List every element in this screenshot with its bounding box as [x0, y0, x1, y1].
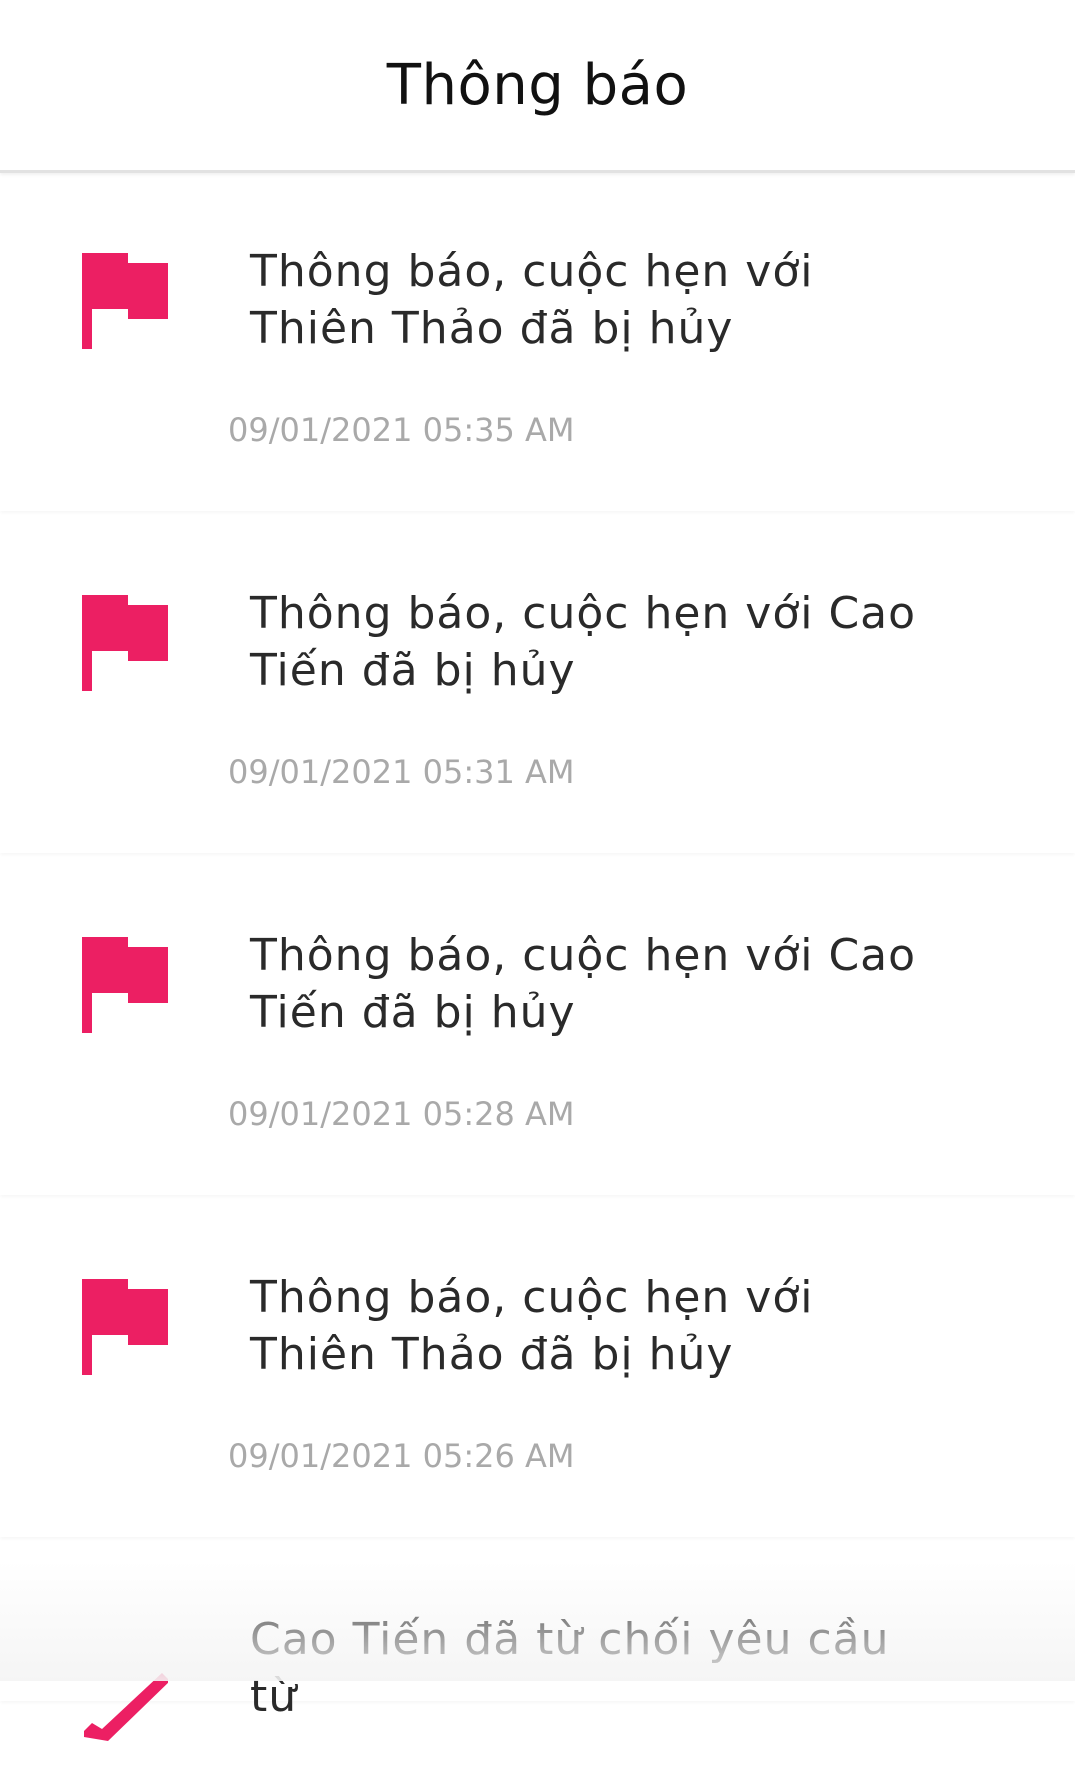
notification-message: Thông báo, cuộc hẹn với Thiên Thảo đã bị… [250, 246, 814, 354]
notification-item[interactable]: Thông báo, cuộc hẹn với Cao Tiến đã bị h… [0, 515, 1075, 853]
pencil-icon [84, 1673, 168, 1741]
notification-item[interactable]: Thông báo, cuộc hẹn với Thiên Thảo đã bị… [0, 173, 1075, 511]
notification-time: 09/01/2021 05:26 AM [228, 1437, 575, 1475]
notification-item[interactable]: Thông báo, cuộc hẹn với Cao Tiến đã bị h… [0, 857, 1075, 1195]
notification-time: 09/01/2021 05:28 AM [228, 1095, 575, 1133]
notification-item[interactable]: Cao Tiến đã từ chối yêu cầu từ [0, 1541, 1075, 1741]
page-title: Thông báo [386, 52, 689, 118]
notification-message: Thông báo, cuộc hẹn với Thiên Thảo đã bị… [250, 1272, 814, 1380]
flag-icon [82, 937, 168, 1033]
flag-icon [82, 253, 168, 349]
notification-list[interactable]: Thông báo, cuộc hẹn với Thiên Thảo đã bị… [0, 173, 1075, 1741]
notification-time: 09/01/2021 05:35 AM [228, 411, 575, 449]
notification-message: Thông báo, cuộc hẹn với Cao Tiến đã bị h… [250, 930, 917, 1038]
notification-item[interactable]: Thông báo, cuộc hẹn với Thiên Thảo đã bị… [0, 1199, 1075, 1537]
flag-icon [82, 595, 168, 691]
notification-time: 09/01/2021 05:31 AM [228, 753, 575, 791]
flag-icon [82, 1279, 168, 1375]
app-header: Thông báo [0, 0, 1075, 173]
notification-message: Thông báo, cuộc hẹn với Cao Tiến đã bị h… [250, 588, 917, 696]
notification-message: Cao Tiến đã từ chối yêu cầu từ [250, 1614, 890, 1722]
